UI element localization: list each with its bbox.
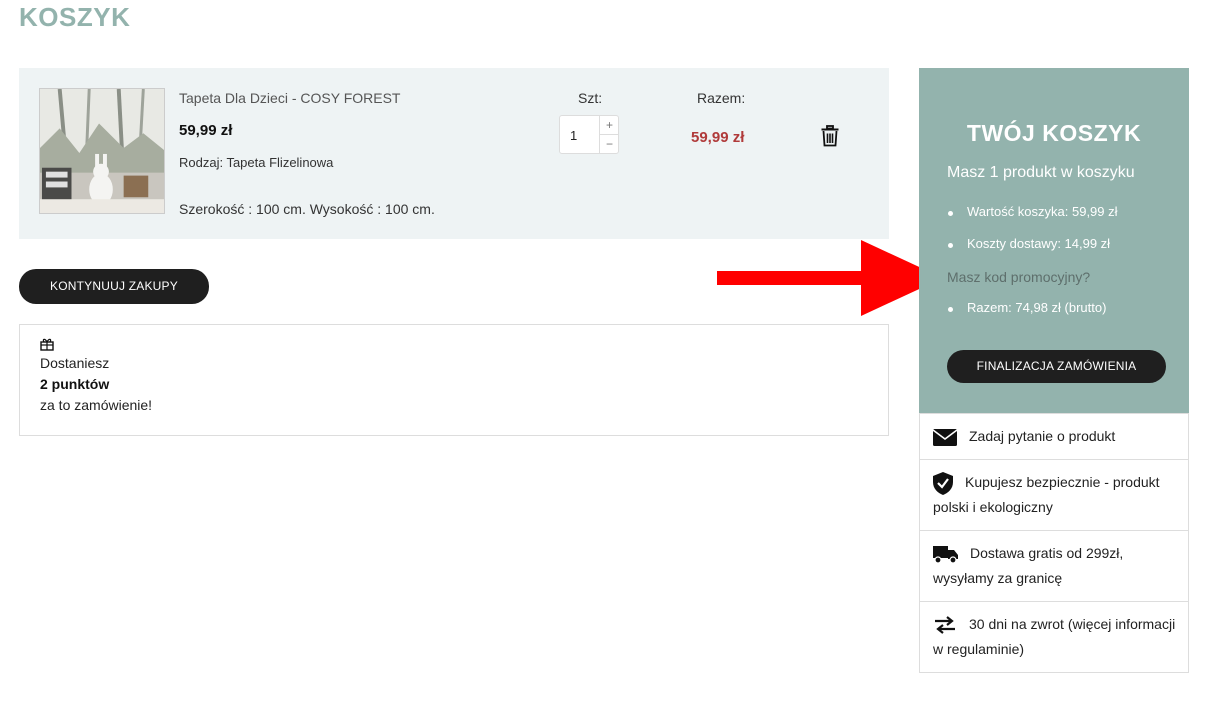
product-thumbnail[interactable] bbox=[39, 88, 165, 214]
quantity-decrease-button[interactable]: − bbox=[599, 135, 619, 154]
loyalty-points-box: Dostaniesz 2 punktów za to zamówienie! bbox=[19, 324, 889, 436]
feature-secure-shopping: Kupujesz bezpiecznie - produkt polski i … bbox=[919, 460, 1189, 531]
feature-returns: 30 dni na zwrot (więcej informacji w reg… bbox=[919, 602, 1189, 673]
exchange-icon bbox=[935, 616, 955, 635]
summary-product-count: Masz 1 produkt w koszyku bbox=[947, 164, 1135, 181]
points-text: Dostaniesz bbox=[40, 355, 110, 371]
feature-text: Zadaj pytanie o produkt bbox=[969, 428, 1116, 444]
quantity-input[interactable]: 1 bbox=[570, 128, 577, 143]
promo-code-link[interactable]: Masz kod promocyjny? bbox=[947, 269, 1090, 285]
shield-check-icon bbox=[933, 471, 953, 495]
summary-shipping-cost: Koszty dostawy: 14,99 zł bbox=[947, 236, 1110, 251]
cart-summary-panel: TWÓJ KOSZYK Masz 1 produkt w koszyku War… bbox=[919, 68, 1189, 413]
cart-item: Tapeta Dla Dzieci - COSY FOREST 59,99 zł… bbox=[19, 68, 889, 239]
product-name[interactable]: Tapeta Dla Dzieci - COSY FOREST bbox=[179, 90, 400, 106]
feature-text: Kupujesz bezpiecznie - produkt polski i … bbox=[933, 474, 1160, 515]
quantity-label: Szt: bbox=[578, 90, 603, 106]
summary-title: TWÓJ KOSZYK bbox=[966, 120, 1142, 146]
points-text-suffix: za to zamówienie! bbox=[40, 397, 153, 413]
product-image bbox=[40, 89, 164, 213]
red-arrow-annotation bbox=[717, 240, 943, 316]
checkout-button[interactable]: FINALIZACJA ZAMÓWIENIA bbox=[947, 350, 1166, 383]
summary-cart-value: Wartość koszyka: 59,99 zł bbox=[947, 204, 1118, 219]
product-price: 59,99 zł bbox=[179, 122, 233, 139]
page-title: KOSZYK bbox=[19, 2, 131, 32]
item-total-label: Razem: bbox=[697, 90, 746, 106]
feature-free-shipping: Dostawa gratis od 299zł, wysyłamy za gra… bbox=[919, 531, 1189, 602]
points-amount: 2 punktów bbox=[40, 376, 110, 392]
trash-icon[interactable] bbox=[820, 125, 840, 147]
product-type: Rodzaj: Tapeta Flizelinowa bbox=[179, 155, 334, 170]
summary-total: Razem: 74,98 zł (brutto) bbox=[947, 300, 1106, 315]
gift-icon bbox=[40, 338, 54, 351]
features-list: Zadaj pytanie o produkt Kupujesz bezpiec… bbox=[919, 413, 1189, 673]
quantity-stepper[interactable]: 1 + − bbox=[559, 115, 619, 154]
item-total-value: 59,99 zł bbox=[691, 129, 745, 146]
product-dimensions: Szerokość : 100 cm. Wysokość : 100 cm. bbox=[179, 201, 435, 217]
continue-shopping-button[interactable]: KONTYNUUJ ZAKUPY bbox=[19, 269, 209, 304]
truck-icon bbox=[933, 545, 958, 564]
feature-ask-question[interactable]: Zadaj pytanie o produkt bbox=[919, 413, 1189, 460]
feature-text: Dostawa gratis od 299zł, wysyłamy za gra… bbox=[933, 545, 1124, 586]
quantity-increase-button[interactable]: + bbox=[599, 116, 619, 135]
envelope-icon bbox=[933, 428, 957, 446]
feature-text: 30 dni na zwrot (więcej informacji w reg… bbox=[933, 616, 1176, 657]
